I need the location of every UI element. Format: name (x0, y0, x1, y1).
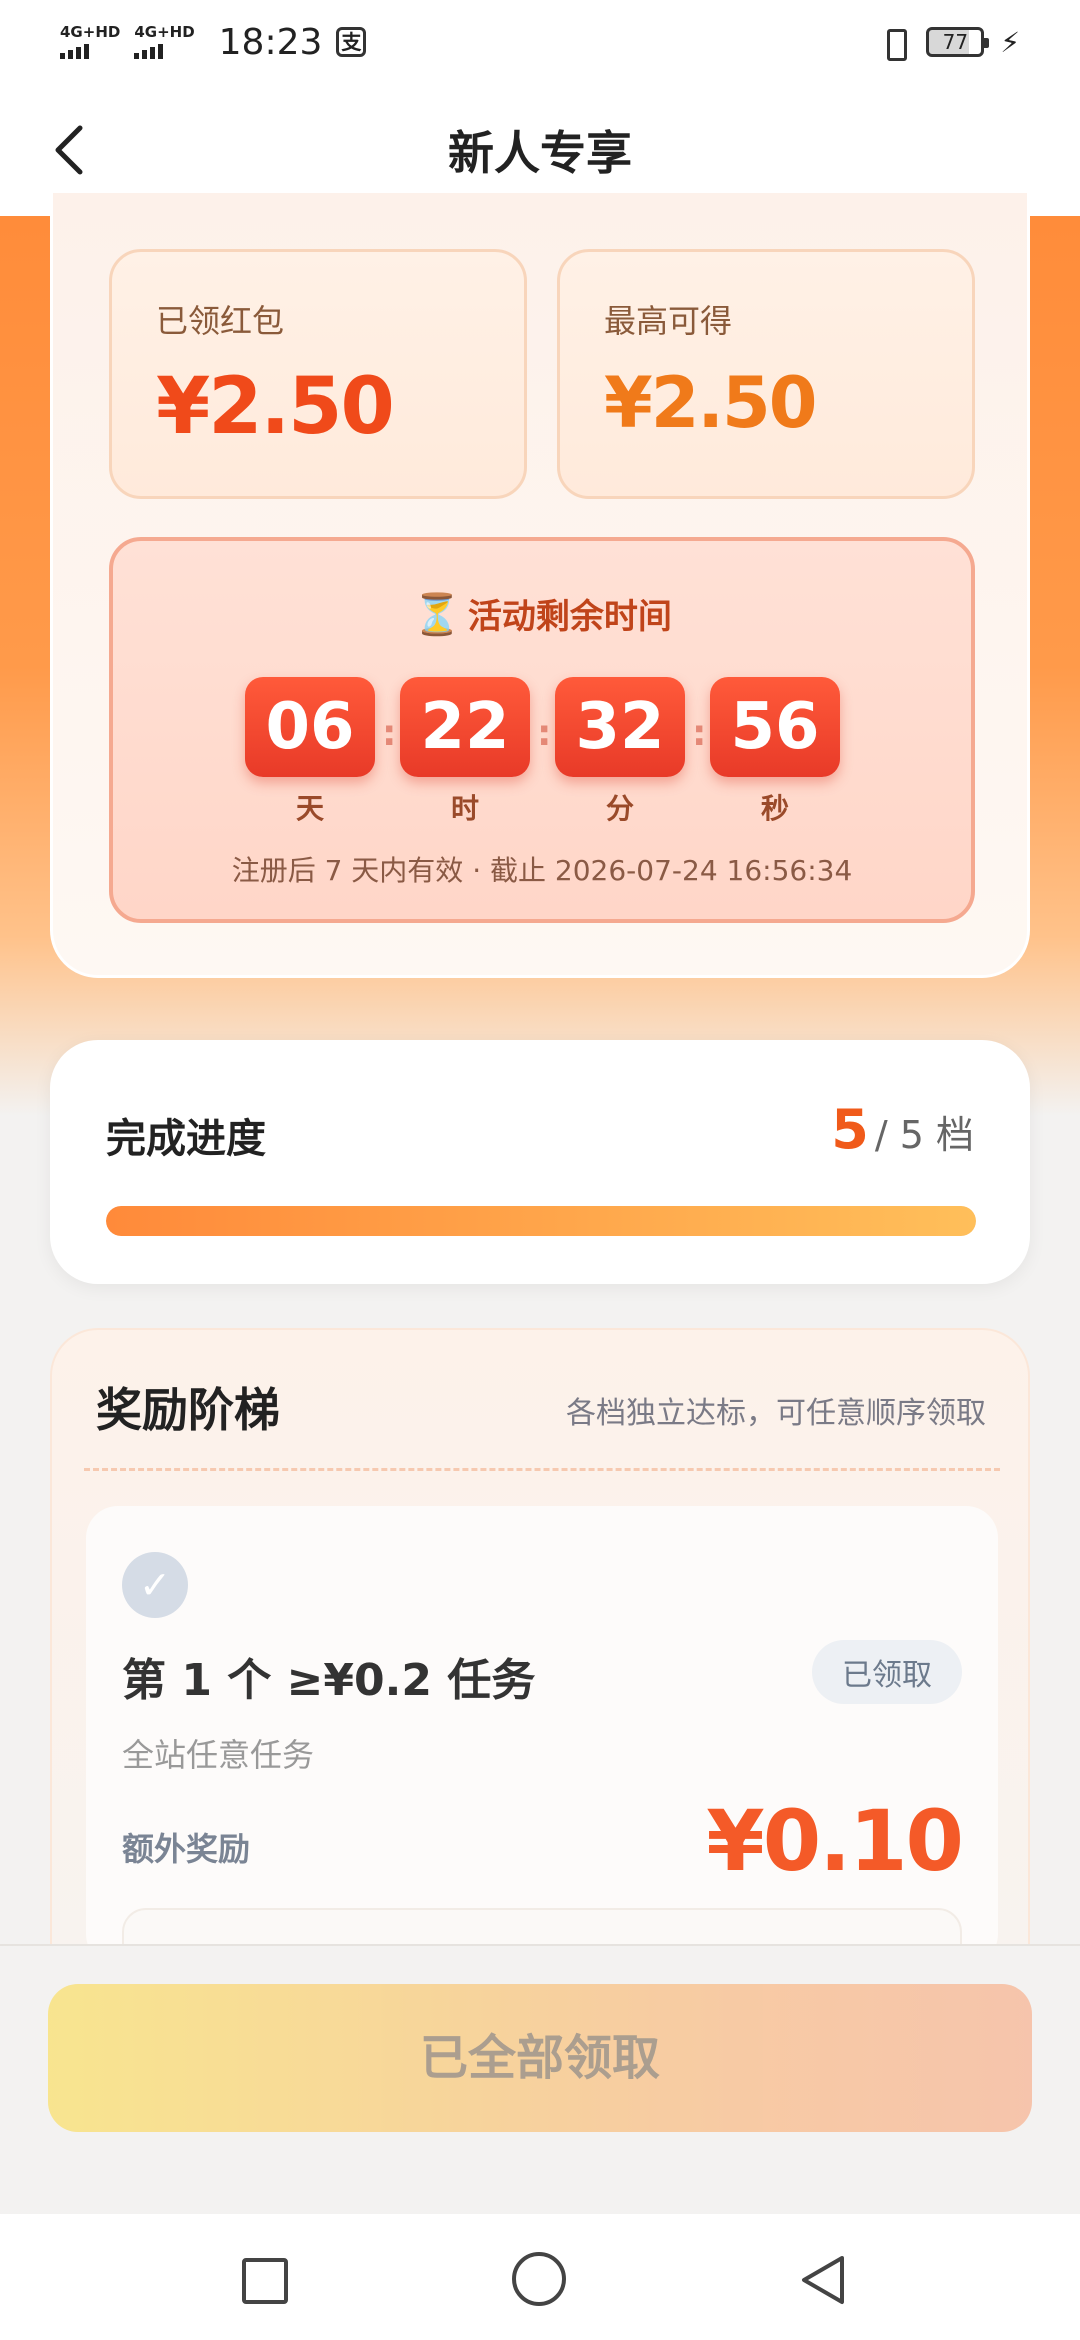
progress-title: 完成进度 (106, 1116, 266, 1162)
separator-icon: : (692, 713, 707, 754)
check-icon: ✓ (122, 1552, 188, 1618)
claimed-label: 已领红包 (156, 302, 285, 340)
reward-ladder-title: 奖励阶梯 (96, 1383, 280, 1437)
back-icon[interactable] (46, 124, 98, 176)
claim-all-button[interactable]: 已全部领取 (48, 1984, 1032, 2132)
progress-bar (106, 1206, 976, 1236)
countdown-timer: 06 天 : 22 时 : 32 分 : 56 秒 (245, 677, 840, 827)
tier-description: 全站任意任务 (122, 1736, 315, 1774)
countdown-seconds: 56 秒 (710, 677, 840, 827)
seconds-value: 56 (710, 677, 840, 777)
vibrate-icon (878, 26, 910, 61)
countdown-minutes: 32 分 : (555, 677, 706, 827)
signal-label-2: 4G+HD (134, 23, 195, 41)
signal-bars-icon (134, 44, 194, 59)
progress-count: 5/ 5 档 (831, 1098, 974, 1161)
summary-card: 已领红包 ¥2.50 最高可得 ¥2.50 ⏳ 活动剩余时间 06 天 : 22 … (50, 190, 1030, 978)
charging-icon: ⚡ (1000, 25, 1020, 59)
countdown-days: 06 天 : (245, 677, 396, 827)
hero-section: 已领红包 ¥2.50 最高可得 ¥2.50 ⏳ 活动剩余时间 06 天 : 22 … (0, 190, 1080, 1116)
progress-done: 5 (831, 1098, 869, 1161)
seconds-label: 秒 (760, 792, 789, 825)
status-time: 18:23 (218, 21, 323, 63)
recent-apps-icon[interactable] (242, 2258, 288, 2304)
reward-ladder-subtitle: 各档独立达标，可任意顺序领取 (566, 1396, 986, 1431)
reward-tier-item: ✓ 第 1 个 ≥¥0.2 任务 已领取 全站任意任务 额外奖励 ¥0.10 (86, 1506, 998, 1988)
hours-value: 22 (400, 677, 530, 777)
countdown-title-row: ⏳ 活动剩余时间 (113, 589, 971, 638)
minutes-label: 分 (605, 792, 634, 825)
signal-indicator: 4G+HD (60, 25, 120, 59)
validity-note: 注册后 7 天内有效 · 截止 2026-07-24 16:56:34 (231, 854, 853, 887)
home-icon[interactable] (512, 2252, 566, 2306)
extra-reward-value: ¥0.10 (706, 1792, 964, 1890)
days-value: 06 (245, 677, 375, 777)
countdown-hours: 22 时 : (400, 677, 551, 827)
max-stat: 最高可得 ¥2.50 (557, 249, 975, 499)
hours-label: 时 (450, 792, 479, 825)
system-back-icon[interactable] (796, 2252, 852, 2308)
status-bar: 4G+HD 4G+HD 18:23 支 77 ⚡ (0, 0, 1080, 84)
countdown-panel: ⏳ 活动剩余时间 06 天 : 22 时 : 32 分 : 56 秒 注册后 7… (109, 537, 975, 923)
extra-reward-label: 额外奖励 (122, 1830, 251, 1868)
page-title: 新人专享 (448, 126, 632, 180)
days-label: 天 (295, 792, 324, 825)
signal-label: 4G+HD (60, 23, 121, 41)
progress-bar-fill (106, 1206, 976, 1236)
countdown-title: 活动剩余时间 (467, 597, 672, 637)
system-nav-bar (0, 2214, 1080, 2340)
max-label: 最高可得 (604, 302, 733, 340)
battery-icon: 77 (926, 27, 990, 57)
separator-icon: : (537, 713, 552, 754)
progress-card: 完成进度 5/ 5 档 (50, 1040, 1030, 1284)
signal-bars-icon (60, 44, 120, 59)
progress-total: / 5 档 (874, 1113, 974, 1157)
minutes-value: 32 (555, 677, 685, 777)
max-value: ¥2.50 (604, 362, 817, 444)
bottom-action-bar: 已全部领取 (0, 1944, 1080, 2214)
claimed-stat: 已领红包 ¥2.50 (109, 249, 527, 499)
separator-icon: : (382, 713, 397, 754)
hourglass-icon: ⏳ (412, 592, 462, 638)
dashed-divider (84, 1468, 1000, 1471)
reward-ladder-card: 奖励阶梯 各档独立达标，可任意顺序领取 ✓ 第 1 个 ≥¥0.2 任务 已领取… (50, 1328, 1030, 1988)
claimed-badge: 已领取 (812, 1640, 962, 1704)
signal-indicator-2: 4G+HD (134, 23, 195, 59)
alipay-icon: 支 (336, 27, 367, 57)
tier-name: 第 1 个 ≥¥0.2 任务 (122, 1655, 536, 1706)
claimed-value: ¥2.50 (156, 362, 395, 452)
